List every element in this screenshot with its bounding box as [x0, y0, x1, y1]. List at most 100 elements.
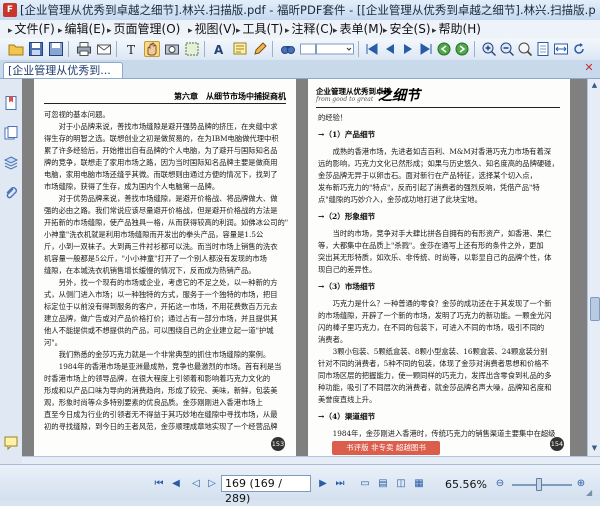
running-head: 企业管理从优秀到卓越 from good to great 之细节 — [316, 85, 560, 108]
zoom-slider-handle[interactable] — [536, 478, 542, 491]
app-icon: F — [3, 3, 17, 17]
document-viewer[interactable]: 第六章 从细节市场中捕捉商机 153 可忽视的基本问题。 对于小品牌来说，善找市… — [22, 79, 587, 456]
text-line: 市场缝隙，获得了生存，成为国内个人电脑第一品牌。 — [44, 182, 220, 191]
rotate-icon[interactable] — [571, 41, 587, 57]
text-line: 形成和以产品口味为导向的消费趋向，形成了较完、美味，新鲜，包装美 — [44, 386, 278, 395]
first-page-icon[interactable]: ⏮ — [152, 477, 166, 491]
text-line: 我们熟悉的金莎巧克力就是一个非常典型的抓住市场缝隙的案例。 — [44, 350, 271, 359]
tab-document[interactable]: [企业管理从优秀到... — [3, 62, 123, 78]
continuous-page-icon[interactable]: ▤ — [376, 477, 390, 491]
menu-forms[interactable]: ▸ 表单(M) — [333, 21, 383, 37]
svg-text:T: T — [127, 43, 135, 57]
window-title: [企业管理从优秀到卓越之细节].林兴.扫描版.pdf - 福昕PDF套件 - [… — [20, 3, 595, 17]
menu-help-label: 帮助(H) — [438, 22, 481, 36]
email-icon[interactable] — [96, 41, 112, 57]
last-page-icon[interactable] — [418, 41, 434, 57]
text-line: 小神童"洗衣机就是利用市场缝隙而开发出的拳头产品，容量是1.5公 — [44, 230, 264, 239]
zoom-in-icon[interactable] — [481, 41, 497, 57]
continuous-facing-icon[interactable]: ▦ — [412, 477, 426, 491]
open-folder-icon[interactable] — [8, 41, 24, 57]
vertical-scrollbar[interactable]: ▲ ▼ — [587, 79, 600, 456]
facing-pages-icon[interactable]: ◫ — [394, 477, 408, 491]
first-page-icon[interactable] — [364, 41, 380, 57]
menu-security[interactable]: ▸ 安全(S) — [383, 21, 431, 37]
close-icon[interactable]: ✕ — [583, 62, 595, 74]
scroll-up-icon[interactable]: ▲ — [589, 80, 600, 91]
text-line: 3颗小包装、5颗纸盒装、8颗小型盒装、16颗盒装、24颗盒装分别 — [318, 347, 548, 356]
menu-comments[interactable]: ▸ 注释(C) — [285, 21, 333, 37]
bookmarks-icon[interactable] — [3, 95, 19, 111]
resize-grip-icon[interactable]: ◢ — [586, 487, 597, 498]
section-heading: →（1）产品细节 — [318, 130, 376, 139]
hand-tool-icon[interactable] — [144, 41, 160, 57]
text-line: 标定位于以前没有得到服务的客户，开拓这一市场，不用花费数百万元去 — [44, 302, 278, 311]
page-right: 企业管理从优秀到卓越 from good to great 之细节 154 的经… — [308, 79, 570, 456]
zoom-out-icon[interactable] — [499, 41, 515, 57]
text-line: 同市场区层的把握能力，使一颗同样的巧克力，发挥出含零食到礼品的多 — [318, 371, 552, 380]
section-heading: →（4）渠道细节 — [318, 412, 376, 421]
menu-edit[interactable]: ▸ 编辑(E) — [58, 21, 105, 37]
text-line: 建立品牌，做广告或对产品价格打价；通过占有一部分市场，并且提供其 — [44, 314, 278, 323]
dropdown-field[interactable] — [300, 41, 316, 57]
text-line: 消费者。 — [318, 335, 348, 344]
scroll-down-icon[interactable]: ▼ — [589, 443, 600, 454]
text-line: 他人不能提供或不想提供的产品，可以围绕自己的企业建立起一道"护城 — [44, 326, 274, 335]
text-line: 直至今日成为行业的引领者无不得益于其巧妙地在缝隙中寻找市场，从最 — [44, 410, 278, 419]
pencil-icon[interactable] — [252, 41, 268, 57]
snapshot-icon[interactable] — [164, 41, 180, 57]
page-number-input[interactable]: 169 (169 / 289) — [221, 475, 311, 505]
print-icon[interactable] — [76, 41, 92, 57]
next-page-icon[interactable] — [400, 41, 416, 57]
text-line: 金莎品牌无异于以卵击石。面对新行在产品特征，选择某个切入点， — [318, 171, 537, 180]
save-icon[interactable] — [28, 41, 44, 57]
attachments-icon[interactable] — [3, 185, 19, 201]
note-icon[interactable] — [232, 41, 248, 57]
menu-page-management-label: 页面管理(O) — [113, 22, 181, 36]
menu-file[interactable]: ▸ 文件(F) — [8, 21, 55, 37]
text-line: 缝隙，在本城洗衣机销售增长缓慢的情况下，反而成为热销产品。 — [44, 266, 256, 275]
menu-page-management[interactable]: ▸ 页面管理(O) — [107, 21, 180, 37]
single-page-icon[interactable]: ▭ — [358, 477, 372, 491]
prev-page-icon[interactable]: ◀ — [169, 477, 183, 491]
status-bar: ⏮ ◀ ◁ ▷ 169 (169 / 289) ▶ ⏭ ▭ ▤ ◫ ▦ 65.5… — [0, 464, 600, 505]
menu-help[interactable]: ▸ 帮助(H) — [432, 21, 481, 37]
menu-tools[interactable]: ▸ 工具(T) — [236, 21, 283, 37]
menu-file-label: 文件(F) — [14, 22, 55, 36]
zoom-tool-icon[interactable] — [517, 41, 533, 57]
toolbar: T A — [0, 38, 600, 61]
search-input[interactable] — [316, 41, 354, 57]
zoom-out-icon[interactable]: ⊖ — [493, 477, 507, 491]
layers-icon[interactable] — [3, 155, 19, 171]
menu-view[interactable]: ▸ 视图(V) — [188, 21, 236, 37]
fit-width-icon[interactable] — [553, 41, 569, 57]
save-as-icon[interactable] — [48, 41, 64, 57]
next-page-icon[interactable]: ▶ — [316, 477, 330, 491]
prev-page-icon[interactable] — [382, 41, 398, 57]
go-forward-icon[interactable]: ▷ — [205, 477, 219, 491]
comments-icon[interactable] — [3, 435, 19, 451]
find-icon[interactable] — [280, 41, 296, 57]
select-text-icon[interactable]: T — [124, 41, 140, 57]
go-forward-icon[interactable] — [454, 41, 470, 57]
section-heading: →（3）市场细节 — [318, 282, 376, 291]
typewriter-icon[interactable]: A — [212, 41, 228, 57]
zoom-slider[interactable] — [512, 484, 572, 486]
text-line: 对于优势品牌来说，善找市场缝隙，是避开价格战、将品牌做大、做 — [44, 194, 278, 203]
go-back-icon[interactable]: ◁ — [189, 477, 203, 491]
pages-icon[interactable] — [3, 125, 19, 141]
go-back-icon[interactable] — [436, 41, 452, 57]
scroll-thumb[interactable] — [590, 297, 600, 321]
menu-bar: ▸ 文件(F) ▸ 编辑(E) ▸ 页面管理(O) ▸ 视图(V) ▸ 工具(T) ▸ 注释… — [0, 20, 600, 39]
text-line: 得生存的明智之选。联想创业之初是做贸易的，在为IBM电脑做代理中积 — [44, 134, 279, 143]
menu-security-label: 安全(S) — [389, 22, 431, 36]
page-left: 第六章 从细节市场中捕捉商机 153 可忽视的基本问题。 对于小品牌来说，善找市… — [34, 79, 296, 456]
menu-tools-label: 工具(T) — [242, 22, 284, 36]
text-line: 等，大都集中在品质上"杀戮"。金莎在通写上还有形的条件之外，更加 — [318, 241, 544, 250]
toolbar-separator — [204, 41, 205, 57]
last-page-icon[interactable]: ⏭ — [333, 477, 347, 491]
text-line: 远的影响，巧克力文化已然形成；如果与历史悠久、知名度高的品牌硬碰， — [318, 159, 559, 168]
select-image-icon[interactable] — [184, 41, 200, 57]
menu-edit-label: 编辑(E) — [64, 22, 106, 36]
fit-page-icon[interactable] — [535, 41, 551, 57]
zoom-level[interactable]: 65.56% — [445, 478, 487, 492]
